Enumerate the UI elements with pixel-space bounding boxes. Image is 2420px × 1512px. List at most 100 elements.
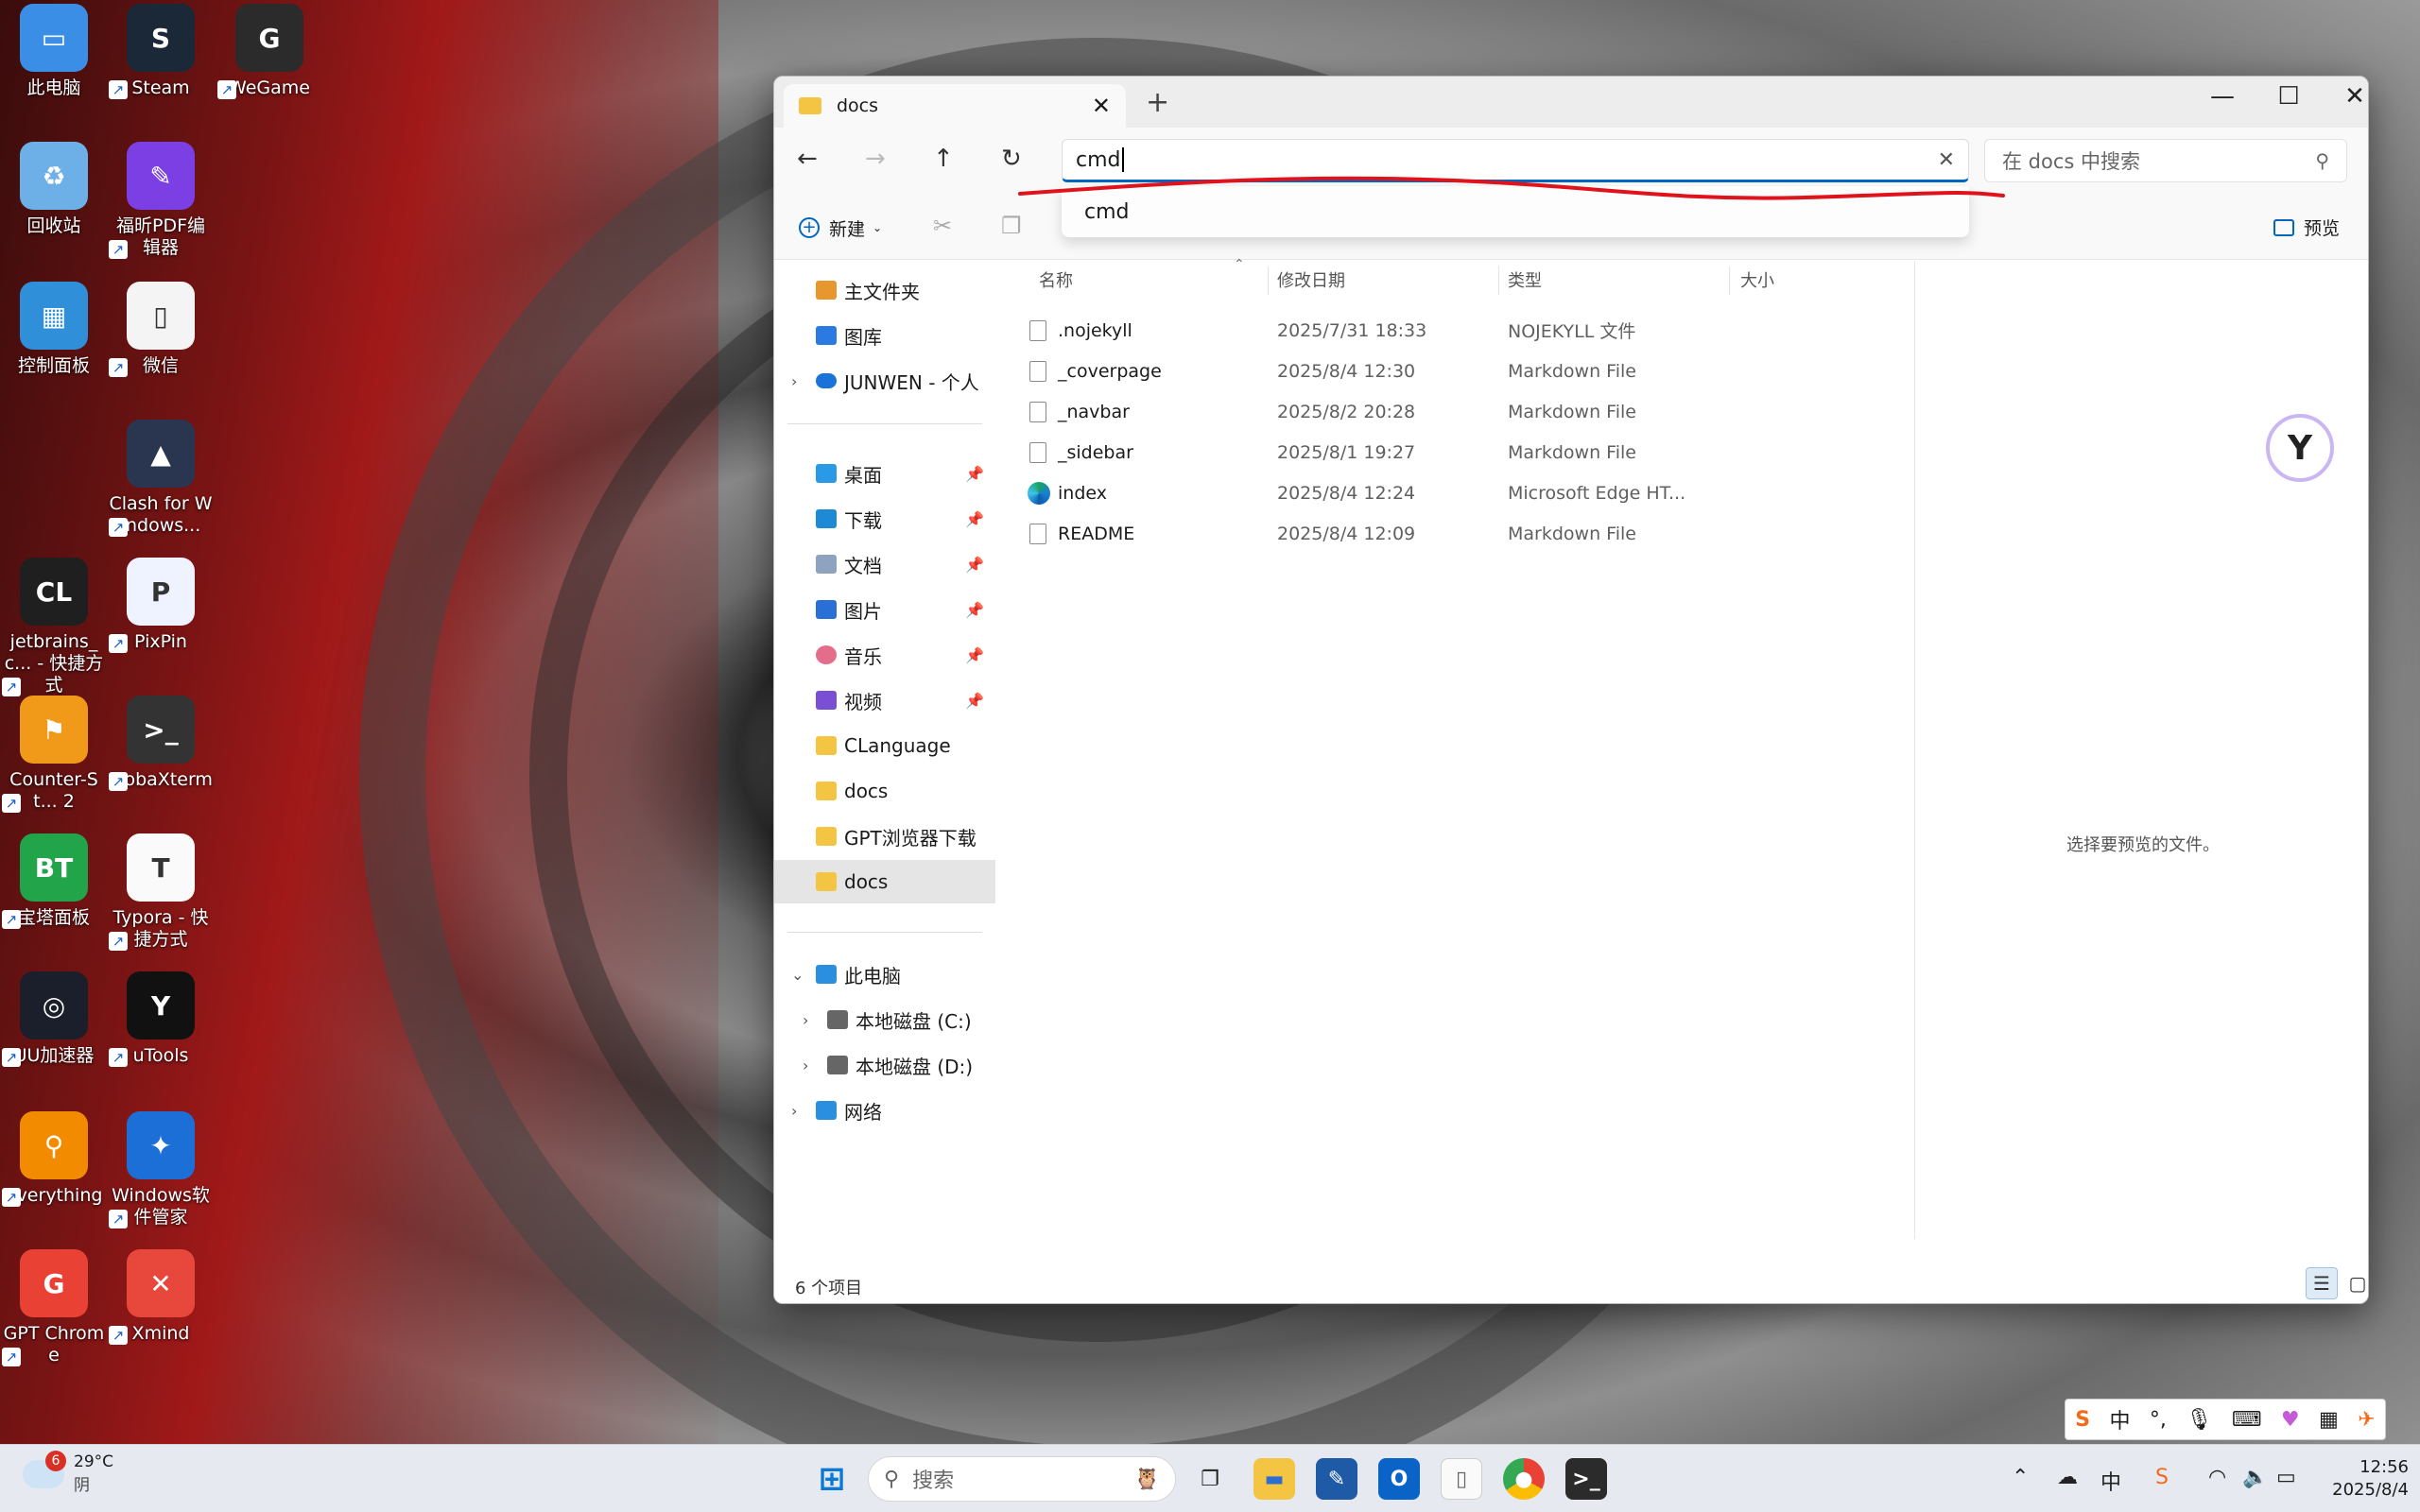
- pane-divider[interactable]: [1914, 261, 1915, 1239]
- sidebar-item[interactable]: 主文件夹: [774, 268, 995, 312]
- cut-icon[interactable]: ✂: [933, 213, 952, 239]
- file-row[interactable]: .nojekyll 2025/7/31 18:33 NOJEKYLL 文件: [1001, 310, 1909, 351]
- mascot-icon[interactable]: ✈: [2358, 1408, 2375, 1432]
- sidebar-item[interactable]: GPT浏览器下载: [774, 815, 995, 858]
- column-header-size[interactable]: 大小: [1740, 261, 1774, 299]
- volume-icon[interactable]: 🔈: [2242, 1466, 2268, 1489]
- sidebar-item[interactable]: 图片 📌: [774, 588, 995, 631]
- sidebar-item[interactable]: docs: [774, 769, 995, 813]
- ime-mode[interactable]: 中: [2109, 1404, 2130, 1435]
- sidebar-item[interactable]: 视频 📌: [774, 679, 995, 722]
- refresh-icon[interactable]: ↻: [1001, 145, 1022, 173]
- desktop-icon-6[interactable]: ▯ ↗ 微信: [109, 282, 213, 377]
- desktop-icon-9[interactable]: P ↗ PixPin: [109, 558, 213, 653]
- desktop-icon-17[interactable]: ✦ ↗ Windows软件管家: [109, 1111, 213, 1228]
- weather-widget[interactable]: 6 29°C 阴: [23, 1450, 113, 1495]
- sidebar-item[interactable]: 音乐 📌: [774, 633, 995, 677]
- skin-icon[interactable]: ♥: [2281, 1408, 2300, 1432]
- close-icon[interactable]: ✕: [2326, 82, 2368, 111]
- desktop-icon-13[interactable]: T ↗ Typora - 快捷方式: [109, 833, 213, 951]
- utools-floating-icon[interactable]: Y: [2266, 414, 2334, 482]
- desktop-icon-7[interactable]: ▲ ↗ Clash for Windows...: [109, 420, 213, 537]
- clock[interactable]: 12:56 2025/8/4: [2314, 1456, 2409, 1502]
- new-tab-icon[interactable]: +: [1146, 86, 1169, 119]
- desktop-icon-2[interactable]: G ↗ WeGame: [217, 4, 321, 99]
- show-hidden-icons[interactable]: ⌃: [2012, 1466, 2029, 1489]
- taskbar-search[interactable]: ⚲ 搜索 🦉: [868, 1456, 1176, 1502]
- column-header-modified[interactable]: 修改日期: [1277, 261, 1345, 299]
- toolbox-icon[interactable]: ▦: [2319, 1408, 2339, 1432]
- copy-icon[interactable]: ❐: [1001, 213, 1022, 239]
- desktop-icon-12[interactable]: BT ↗ 宝塔面板: [2, 833, 106, 929]
- desktop-icon-11[interactable]: >_ ↗ MobaXterm: [109, 696, 213, 791]
- chevron-down-icon[interactable]: ⌄: [791, 966, 804, 984]
- desktop-icon-18[interactable]: G ↗ GPT Chrome: [2, 1249, 106, 1366]
- chevron-right-icon[interactable]: ›: [803, 1011, 808, 1029]
- preview-button[interactable]: 预览: [2273, 215, 2340, 240]
- outlook-icon[interactable]: O: [1378, 1458, 1420, 1500]
- sidebar-item[interactable]: CLanguage: [774, 724, 995, 767]
- sidebar-item[interactable]: › 本地磁盘 (C:): [774, 998, 995, 1041]
- details-view-icon[interactable]: ☰: [2306, 1267, 2338, 1299]
- tab-docs[interactable]: docs ✕: [784, 84, 1126, 128]
- start-icon[interactable]: ⊞: [811, 1458, 853, 1500]
- onedrive-tray-icon[interactable]: ☁: [2057, 1466, 2078, 1489]
- sidebar-item[interactable]: 文档 📌: [774, 542, 995, 586]
- desktop-icon-10[interactable]: ⚑ ↗ Counter-St... 2: [2, 696, 106, 813]
- punctuation-icon[interactable]: °,: [2150, 1408, 2167, 1432]
- desktop-icon-19[interactable]: ✕ ↗ Xmind: [109, 1249, 213, 1345]
- desktop-icon-1[interactable]: S ↗ Steam: [109, 4, 213, 99]
- chevron-right-icon[interactable]: ›: [791, 1102, 797, 1120]
- search-input[interactable]: 在 docs 中搜索 ⚲: [1984, 139, 2347, 182]
- sidebar-item[interactable]: docs: [774, 860, 995, 903]
- desktop-icon-5[interactable]: ▦ 控制面板: [2, 282, 106, 377]
- keyboard-icon[interactable]: ⌨: [2232, 1408, 2262, 1432]
- terminal-icon[interactable]: >_: [1565, 1458, 1607, 1500]
- sogou-icon[interactable]: S: [2075, 1408, 2090, 1432]
- sidebar-item[interactable]: › JUNWEN - 个人: [774, 359, 995, 403]
- file-row[interactable]: _sidebar 2025/8/1 19:27 Markdown File: [1001, 432, 1909, 472]
- chevron-right-icon[interactable]: ›: [791, 372, 797, 390]
- maximize-icon[interactable]: ☐: [2260, 82, 2317, 111]
- sidebar-item[interactable]: 图库: [774, 314, 995, 357]
- sidebar-divider: [787, 932, 982, 933]
- sidebar-item[interactable]: 下载 📌: [774, 497, 995, 541]
- pen-app-taskbar-icon[interactable]: ✎: [1316, 1458, 1357, 1500]
- sidebar-item[interactable]: ⌄ 此电脑: [774, 953, 995, 996]
- desktop-icon-0[interactable]: ▭ 此电脑: [2, 4, 106, 99]
- desktop-icon-14[interactable]: ◎ ↗ UU加速器: [2, 971, 106, 1067]
- file-row[interactable]: index 2025/8/4 12:24 Microsoft Edge HT...: [1001, 472, 1909, 513]
- desktop-icon-16[interactable]: ⚲ ↗ Everything: [2, 1111, 106, 1207]
- sidebar-item[interactable]: › 本地磁盘 (D:): [774, 1043, 995, 1087]
- file-row[interactable]: README 2025/8/4 12:09 Markdown File: [1001, 513, 1909, 554]
- task-view-icon[interactable]: ❐: [1189, 1458, 1231, 1500]
- desktop-icon-4[interactable]: ✎ ↗ 福昕PDF编辑器: [109, 142, 213, 259]
- microphone-icon[interactable]: 🎙: [2186, 1408, 2212, 1432]
- file-row[interactable]: _navbar 2025/8/2 20:28 Markdown File: [1001, 391, 1909, 432]
- column-header-name[interactable]: 名称: [1039, 261, 1073, 299]
- sidebar-item[interactable]: 桌面 📌: [774, 452, 995, 495]
- wifi-icon[interactable]: ◠: [2208, 1466, 2226, 1489]
- up-icon[interactable]: ↑: [933, 145, 954, 173]
- forward-icon[interactable]: →: [865, 145, 886, 173]
- desktop-icon-3[interactable]: ♻ 回收站: [2, 142, 106, 237]
- desktop-icon-15[interactable]: Y ↗ uTools: [109, 971, 213, 1067]
- file-row[interactable]: _coverpage 2025/8/4 12:30 Markdown File: [1001, 351, 1909, 391]
- desktop-icon-8[interactable]: CL ↗ jetbrains_c... - 快捷方式: [2, 558, 106, 696]
- back-icon[interactable]: ←: [797, 145, 818, 173]
- sogou-tray-icon[interactable]: S: [2155, 1466, 2169, 1489]
- sidebar-item[interactable]: › 网络: [774, 1089, 995, 1132]
- tiles-view-icon[interactable]: ▢: [2342, 1267, 2368, 1299]
- clear-address-icon[interactable]: ✕: [1938, 148, 1955, 172]
- file-explorer-taskbar-icon[interactable]: ▬: [1253, 1458, 1295, 1500]
- chevron-right-icon[interactable]: ›: [803, 1057, 808, 1074]
- column-header-type[interactable]: 类型: [1508, 261, 1542, 299]
- close-tab-icon[interactable]: ✕: [1092, 93, 1111, 119]
- minimize-icon[interactable]: —: [2194, 82, 2251, 111]
- app-icon: ▦: [20, 282, 88, 350]
- file-taskbar-icon[interactable]: ▯: [1441, 1458, 1482, 1500]
- chrome-icon[interactable]: ●: [1503, 1458, 1545, 1500]
- ime-tray-icon[interactable]: 中: [2100, 1466, 2121, 1496]
- battery-icon[interactable]: ▭: [2276, 1466, 2296, 1489]
- new-button[interactable]: + 新建 ⌄: [787, 207, 901, 249]
